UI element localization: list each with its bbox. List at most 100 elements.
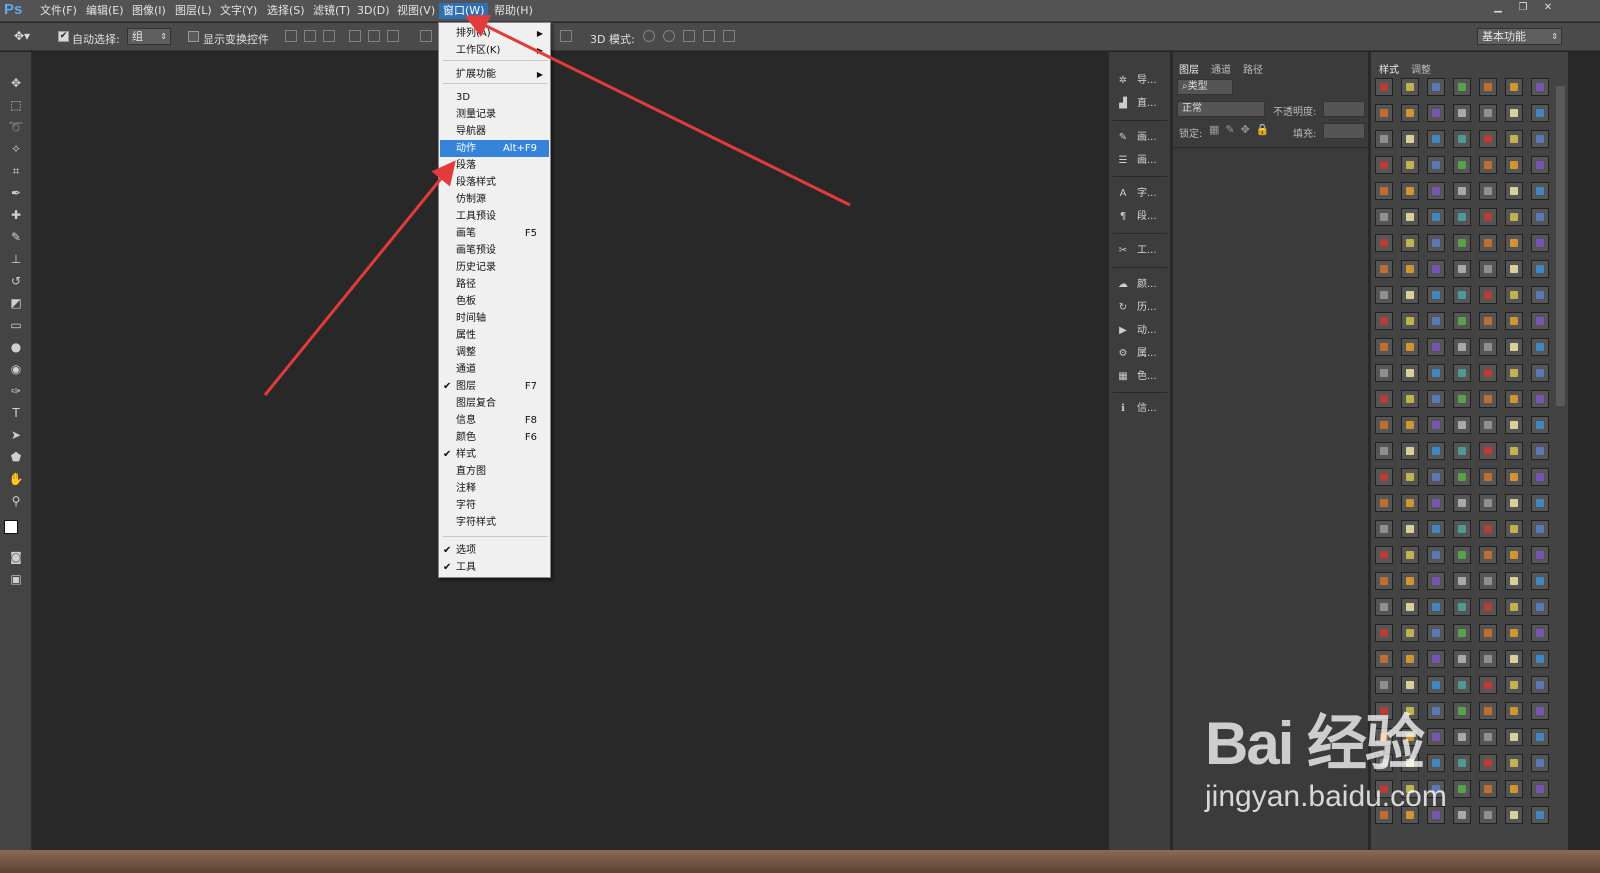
window-menu-item[interactable]: 颜色 F6 <box>440 429 549 446</box>
pen-tool-icon[interactable]: ✑ <box>6 382 26 400</box>
window-menu-item[interactable]: 动作 Alt+F9 <box>440 140 549 157</box>
lock-icons[interactable]: ▦✎✥🔒 <box>1209 123 1276 136</box>
style-swatch[interactable] <box>1505 520 1523 538</box>
style-swatch[interactable] <box>1427 130 1445 148</box>
style-swatch[interactable] <box>1427 442 1445 460</box>
style-swatch[interactable] <box>1531 728 1549 746</box>
style-swatch[interactable] <box>1427 312 1445 330</box>
style-swatch[interactable] <box>1453 416 1471 434</box>
style-swatch[interactable] <box>1505 78 1523 96</box>
stamp-tool-icon[interactable]: ⊥ <box>6 250 26 268</box>
style-swatch[interactable] <box>1479 442 1497 460</box>
style-swatch[interactable] <box>1427 182 1445 200</box>
style-swatch[interactable] <box>1401 260 1419 278</box>
style-swatch[interactable] <box>1401 364 1419 382</box>
style-swatch[interactable] <box>1505 442 1523 460</box>
style-swatch[interactable] <box>1453 468 1471 486</box>
style-swatch[interactable] <box>1531 754 1549 772</box>
style-swatch[interactable] <box>1531 260 1549 278</box>
blend-mode-dropdown[interactable]: 正常 <box>1177 101 1265 117</box>
style-swatch[interactable] <box>1401 78 1419 96</box>
style-swatch[interactable] <box>1505 156 1523 174</box>
style-swatch[interactable] <box>1401 130 1419 148</box>
style-swatch[interactable] <box>1401 520 1419 538</box>
dock-item[interactable]: ☰ 画... <box>1115 152 1165 170</box>
style-swatch[interactable] <box>1479 78 1497 96</box>
style-swatch[interactable] <box>1531 338 1549 356</box>
style-swatch[interactable] <box>1375 156 1393 174</box>
opacity-field[interactable] <box>1323 101 1365 117</box>
style-swatch[interactable] <box>1375 364 1393 382</box>
style-swatch[interactable] <box>1375 624 1393 642</box>
style-swatch[interactable] <box>1453 104 1471 122</box>
style-swatch[interactable] <box>1479 390 1497 408</box>
style-swatch[interactable] <box>1479 260 1497 278</box>
style-swatch[interactable] <box>1375 260 1393 278</box>
style-swatch[interactable] <box>1531 286 1549 304</box>
style-swatch[interactable] <box>1401 312 1419 330</box>
style-swatch[interactable] <box>1505 598 1523 616</box>
fill-field[interactable] <box>1323 123 1365 139</box>
menu-8[interactable]: 3D(D) <box>353 3 394 19</box>
style-swatch[interactable] <box>1505 390 1523 408</box>
style-swatch[interactable] <box>1453 286 1471 304</box>
style-swatch[interactable] <box>1453 650 1471 668</box>
dock-item[interactable]: ☁ 颜... <box>1115 276 1165 294</box>
style-swatch[interactable] <box>1453 624 1471 642</box>
style-swatch[interactable] <box>1505 572 1523 590</box>
window-menu-item[interactable]: 工作区(K) ▶ <box>440 42 549 59</box>
style-swatch[interactable] <box>1479 494 1497 512</box>
workspace-dropdown[interactable]: 基本功能 ⇕ <box>1477 28 1562 45</box>
window-menu-item[interactable]: ✔ 工具 <box>440 559 549 576</box>
style-swatch[interactable] <box>1401 650 1419 668</box>
menu-1[interactable]: 文件(F) <box>36 3 81 19</box>
window-menu-item[interactable]: 字符样式 <box>440 514 549 531</box>
style-swatch[interactable] <box>1401 598 1419 616</box>
style-swatch[interactable] <box>1401 234 1419 252</box>
style-swatch[interactable] <box>1505 312 1523 330</box>
close-button[interactable]: ✕ <box>1537 1 1559 15</box>
styles-scrollbar[interactable] <box>1556 86 1565 406</box>
menu-5[interactable]: 文字(Y) <box>216 3 261 19</box>
style-swatch[interactable] <box>1531 702 1549 720</box>
style-swatch[interactable] <box>1531 546 1549 564</box>
style-swatch[interactable] <box>1531 312 1549 330</box>
style-swatch[interactable] <box>1505 806 1523 824</box>
menu-4[interactable]: 图层(L) <box>171 3 216 19</box>
dock-item[interactable]: ▶ 动... <box>1115 322 1165 340</box>
menu-9[interactable]: 视图(V) <box>393 3 439 19</box>
window-menu-item[interactable]: 3D <box>440 89 549 106</box>
style-swatch[interactable] <box>1505 338 1523 356</box>
style-swatch[interactable] <box>1479 468 1497 486</box>
style-swatch[interactable] <box>1531 234 1549 252</box>
dock-item[interactable]: ¶ 段... <box>1115 208 1165 226</box>
style-swatch[interactable] <box>1479 156 1497 174</box>
style-swatch[interactable] <box>1375 208 1393 226</box>
window-menu-item[interactable]: 段落样式 <box>440 174 549 191</box>
style-swatch[interactable] <box>1505 546 1523 564</box>
style-swatch[interactable] <box>1401 208 1419 226</box>
window-menu-item[interactable]: ✔ 图层 F7 <box>440 378 549 395</box>
style-swatch[interactable] <box>1401 338 1419 356</box>
history-brush-tool-icon[interactable]: ↺ <box>6 272 26 290</box>
style-swatch[interactable] <box>1531 156 1549 174</box>
style-swatch[interactable] <box>1505 780 1523 798</box>
move-tool-icon[interactable]: ✥ <box>6 74 26 92</box>
style-swatch[interactable] <box>1531 416 1549 434</box>
style-swatch[interactable] <box>1375 442 1393 460</box>
style-swatch[interactable] <box>1479 286 1497 304</box>
style-swatch[interactable] <box>1505 416 1523 434</box>
style-swatch[interactable] <box>1453 572 1471 590</box>
style-swatch[interactable] <box>1531 364 1549 382</box>
tab-channels[interactable]: 通道 <box>1211 61 1231 76</box>
align-bottom-icon[interactable] <box>323 30 335 42</box>
style-swatch[interactable] <box>1479 546 1497 564</box>
style-swatch[interactable] <box>1375 104 1393 122</box>
window-menu-item[interactable]: 画笔预设 <box>440 242 549 259</box>
shape-tool-icon[interactable]: ⬟ <box>6 448 26 466</box>
window-menu-item[interactable]: 画笔 F5 <box>440 225 549 242</box>
style-swatch[interactable] <box>1401 390 1419 408</box>
window-menu-item[interactable]: 路径 <box>440 276 549 293</box>
eyedropper-tool-icon[interactable]: ✒ <box>6 184 26 202</box>
dock-item[interactable]: ↻ 历... <box>1115 299 1165 317</box>
